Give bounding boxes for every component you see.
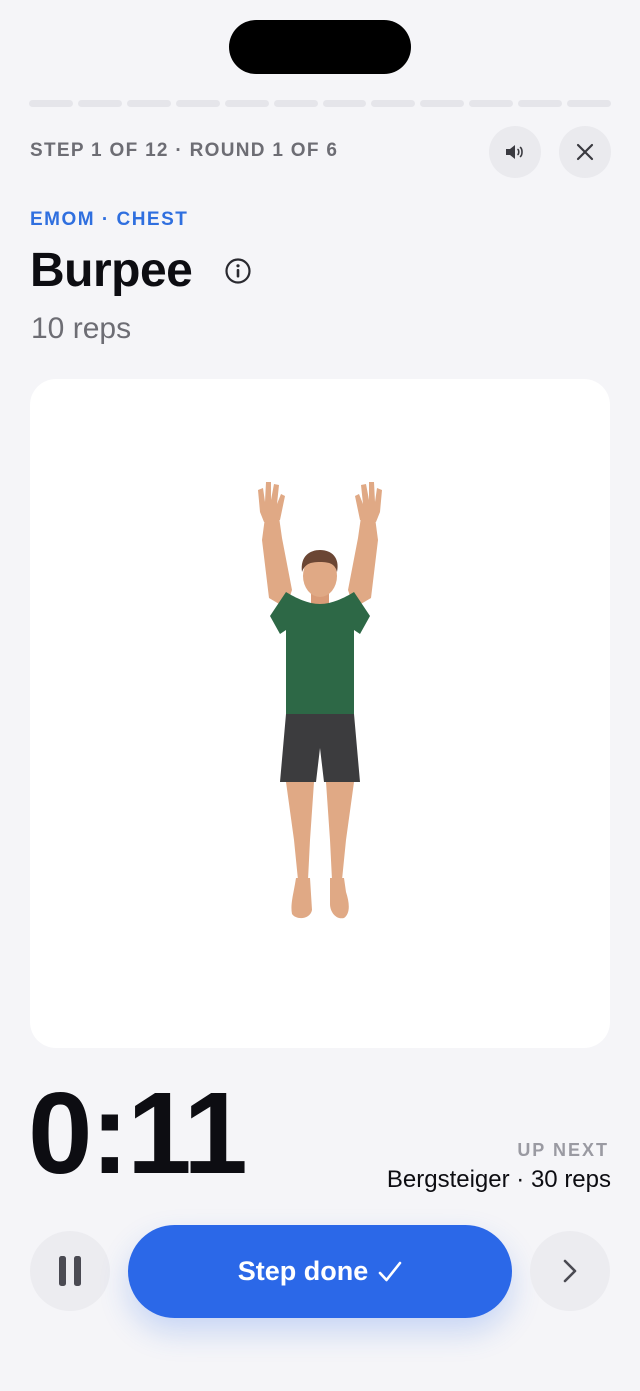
- progress-segment: [273, 100, 318, 107]
- progress-segment: [29, 100, 73, 107]
- countdown-timer: 0:11: [28, 1068, 248, 1198]
- progress-segment: [126, 100, 171, 107]
- progress-segment: [224, 100, 269, 107]
- step-round-label: STEP 1 OF 12 · ROUND 1 OF 6: [30, 140, 339, 161]
- pause-button[interactable]: [30, 1231, 110, 1311]
- progress-segment: [77, 100, 122, 107]
- info-button[interactable]: [224, 257, 252, 285]
- progress-segment: [175, 100, 220, 107]
- progress-segment: [420, 100, 465, 107]
- close-button[interactable]: [559, 126, 611, 178]
- checkmark-icon: [378, 1261, 402, 1281]
- progress-segment: [469, 100, 514, 107]
- workout-player-screen: STEP 1 OF 12 · ROUND 1 OF 6 EMOM · CHEST…: [0, 0, 640, 1391]
- dynamic-island: [229, 20, 411, 74]
- up-next-label: UP NEXT: [517, 1140, 609, 1160]
- up-next-exercise: Bergsteiger · 30 reps: [386, 1166, 611, 1193]
- speaker-icon: [506, 145, 523, 159]
- exercise-title-row: Burpee: [30, 243, 252, 298]
- progress-segment: [518, 100, 563, 107]
- step-done-button[interactable]: Step done: [128, 1225, 512, 1318]
- pause-icon: [59, 1256, 81, 1286]
- exercise-name: Burpee: [30, 244, 193, 297]
- sound-button[interactable]: [489, 126, 541, 178]
- step-done-label: Step done: [237, 1256, 369, 1286]
- close-icon: [576, 143, 594, 161]
- info-icon: [225, 257, 251, 284]
- next-step-button[interactable]: [530, 1231, 610, 1311]
- progress-segment: [322, 100, 367, 107]
- exercise-illustration: [258, 482, 382, 919]
- chevron-right-icon: [563, 1259, 577, 1283]
- progress-segment: [371, 100, 416, 107]
- exercise-reps: 10 reps: [31, 312, 132, 345]
- exercise-category: EMOM · CHEST: [30, 209, 189, 230]
- progress-segment: [567, 100, 612, 107]
- step-progress-bar: [29, 100, 612, 107]
